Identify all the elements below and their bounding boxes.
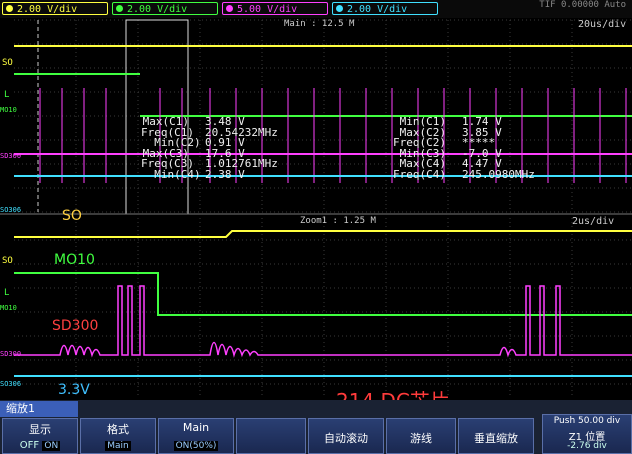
zoom1-label: Zoom1 : 1.25 M xyxy=(300,216,376,226)
measure-left-labels: Max(C1) Freq(C1) Min(C2) Max(C3) Freq(C3… xyxy=(141,115,201,181)
channel-2-icon xyxy=(116,5,123,12)
ch-label-sd-bottom: SD300 xyxy=(0,350,22,358)
channel-3-icon xyxy=(226,5,233,12)
channel-bar: 2.00 V/div 2.00 V/div 5.00 V/div 2.00 V/… xyxy=(0,0,632,18)
ch-label-sd-top: SD300 xyxy=(0,152,22,160)
display-softkey[interactable]: 显示 OFF ON xyxy=(2,418,78,454)
ch-label-v-bottom: SO306 xyxy=(0,380,22,388)
main-zoom-label: Main : 12.5 M xyxy=(284,19,355,29)
channel-2-scale: 2.00 V/div xyxy=(127,4,188,15)
blank-softkey[interactable] xyxy=(236,418,306,454)
zoom1-tab[interactable]: 缩放1 xyxy=(0,401,78,417)
auto-scroll-softkey[interactable]: 自动滚动 xyxy=(308,418,384,454)
channel-4-icon xyxy=(336,5,343,12)
zoom-timebase: 2us/div xyxy=(572,216,615,227)
channel-4-scale: 2.00 V/div xyxy=(347,4,408,15)
channel-2-tab[interactable]: 2.00 V/div xyxy=(112,2,218,15)
channel-1-tab[interactable]: 2.00 V/div xyxy=(2,2,108,15)
display-toggle[interactable]: OFF ON xyxy=(3,440,77,451)
main-timebase: 20us/div xyxy=(578,19,627,30)
signal-name-so: SO xyxy=(62,208,82,224)
signal-name-mo: MO10 xyxy=(54,252,95,268)
trigger-status: TIF 0.00000 Auto xyxy=(539,0,626,10)
cursor-title: 游线 xyxy=(410,432,432,445)
main-sd-bursts xyxy=(39,88,627,183)
oscilloscope-screen: 2.00 V/div 2.00 V/div 5.00 V/div 2.00 V/… xyxy=(0,0,632,454)
vertical-zoom-title: 垂直缩放 xyxy=(474,432,518,445)
display-off: OFF xyxy=(19,440,40,451)
main-value: ON(50%) xyxy=(173,441,219,451)
channel-1-icon xyxy=(6,5,13,12)
format-title: 格式 xyxy=(107,423,129,436)
main-mo-trace xyxy=(14,73,632,117)
signal-name-sd: SD300 xyxy=(52,318,99,334)
ch-label-l-bottom: L xyxy=(4,288,10,298)
channel-3-tab[interactable]: 5.00 V/div xyxy=(222,2,328,15)
waveform-display xyxy=(0,19,632,398)
auto-scroll-title: 自动滚动 xyxy=(324,432,368,445)
format-value: Main xyxy=(105,441,131,451)
ch-label-mo-top: MO10 xyxy=(0,106,17,114)
main-title: Main xyxy=(182,421,210,434)
signal-name-3v3: 3.3V xyxy=(58,382,90,398)
z1-position-value: -2.76 div xyxy=(567,441,607,451)
display-title: 显示 xyxy=(29,423,51,436)
ch-label-v-top: SO306 xyxy=(0,206,22,214)
vertical-zoom-softkey[interactable]: 垂直缩放 xyxy=(458,418,534,454)
ch-label-l-top: L xyxy=(4,90,10,100)
ch-label-so-top: SO xyxy=(2,58,13,68)
z1-position-knob[interactable]: Push 50.00 div Z1 位置 -2.76 div xyxy=(542,414,632,454)
cursor-softkey[interactable]: 游线 xyxy=(386,418,456,454)
zoom-sd-trace xyxy=(14,285,632,358)
ch-label-so-bottom: SO xyxy=(2,256,13,266)
format-softkey[interactable]: 格式 Main xyxy=(80,418,156,454)
channel-1-scale: 2.00 V/div xyxy=(17,4,78,15)
display-on: ON xyxy=(42,441,61,451)
channel-4-tab[interactable]: 2.00 V/div xyxy=(332,2,438,15)
measure-left-values: 3.48 V 20.54232MHz 0.91 V 17.6 V 1.01276… xyxy=(205,115,278,181)
zoom-so-trace xyxy=(14,230,632,238)
measure-right-labels: Min(C1) Max(C2) Freq(C2) Min(C3) Max(C4)… xyxy=(393,115,446,181)
channel-3-scale: 5.00 V/div xyxy=(237,4,298,15)
push-value: 50.00 div xyxy=(578,416,621,426)
main-softkey[interactable]: Main ON(50%) xyxy=(158,418,234,454)
measure-right-values: 1.74 V 3.85 V ***** -7.0 V 4.47 V 245.09… xyxy=(462,115,535,181)
push-label: Push xyxy=(553,416,576,426)
ch-label-mo-bottom: MO10 xyxy=(0,304,17,312)
